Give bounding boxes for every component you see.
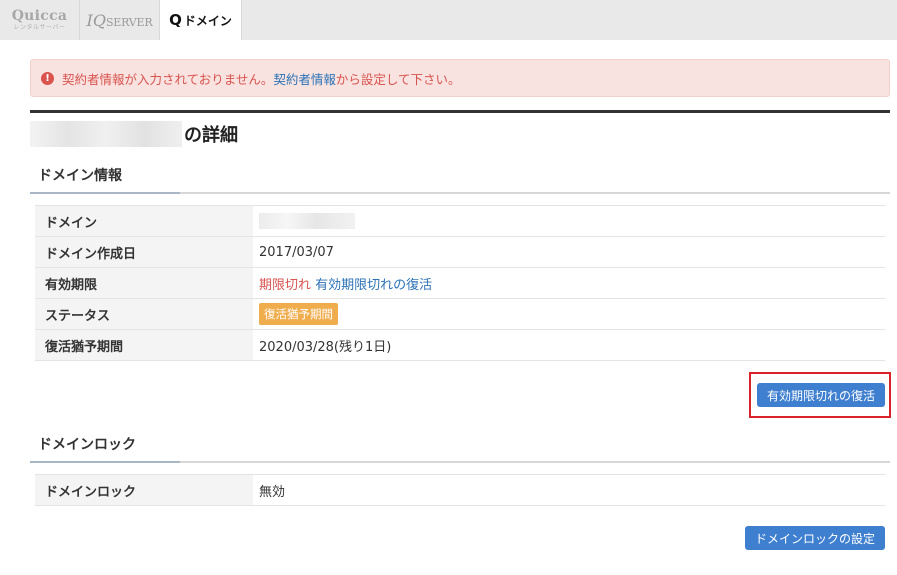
row-value-status: 復活猶予期間	[253, 298, 885, 330]
table-row: 有効期限 期限切れ 有効期限切れの復活	[35, 267, 885, 299]
tab-quicca[interactable]: Quicca レンタルサーバー	[0, 0, 80, 40]
domain-info-heading: ドメイン情報	[38, 168, 122, 184]
row-label-domain-lock: ドメインロック	[35, 474, 253, 506]
domain-info-table: ドメイン ドメイン作成日 2017/03/07 有効期限 期限切れ 有効期限切れ…	[35, 205, 885, 361]
tab-qdomain[interactable]: Q ドメイン	[160, 0, 242, 40]
table-row: ドメイン作成日 2017/03/07	[35, 236, 885, 268]
service-tab-bar: Quicca レンタルサーバー IQSERVER Q ドメイン	[0, 0, 897, 40]
table-row: ステータス 復活猶予期間	[35, 298, 885, 330]
expired-status: 期限切れ	[259, 277, 312, 293]
domain-info-divider	[30, 192, 890, 194]
row-value-expiry: 期限切れ 有効期限切れの復活	[253, 267, 885, 299]
row-value-created: 2017/03/07	[253, 236, 885, 268]
status-badge: 復活猶予期間	[259, 303, 338, 325]
qdomain-logo: Q ドメイン	[169, 11, 232, 29]
exclamation-circle-icon: !	[41, 71, 54, 85]
row-label-created: ドメイン作成日	[35, 236, 253, 268]
restore-expired-link[interactable]: 有効期限切れの復活	[315, 278, 432, 293]
tab-iqserver[interactable]: IQSERVER	[80, 0, 160, 40]
row-label-expiry: 有効期限	[35, 267, 253, 299]
table-row: ドメインロック 無効	[35, 474, 885, 506]
blurred-domain-value	[259, 213, 355, 229]
title-divider	[30, 110, 890, 113]
row-value-grace: 2020/03/28(残り1日)	[253, 329, 885, 361]
table-row: 復活猶予期間 2020/03/28(残り1日)	[35, 329, 885, 361]
quicca-logo: Quicca レンタルサーバー	[11, 8, 68, 31]
row-label-domain: ドメイン	[35, 205, 253, 237]
contract-info-alert: ! 契約者情報が入力されておりません。 契約者情報 から設定して下さい。	[30, 59, 890, 97]
alert-text-before: 契約者情報が入力されておりません。	[62, 71, 274, 87]
domain-lock-divider	[30, 461, 890, 463]
domain-lock-table: ドメインロック 無効	[35, 474, 885, 506]
domain-lock-settings-button[interactable]: ドメインロックの設定	[745, 526, 885, 550]
alert-text-after: から設定して下さい。	[335, 71, 461, 87]
row-label-status: ステータス	[35, 298, 253, 330]
table-row: ドメイン	[35, 205, 885, 237]
page-title: の詳細	[30, 120, 238, 148]
blurred-domain-name	[30, 121, 182, 147]
contract-info-link[interactable]: 契約者情報	[273, 69, 336, 88]
domain-lock-heading: ドメインロック	[38, 437, 136, 453]
row-label-grace: 復活猶予期間	[35, 329, 253, 361]
row-value-domain-lock: 無効	[253, 474, 885, 506]
iqserver-logo: IQSERVER	[86, 10, 153, 30]
restore-expired-button[interactable]: 有効期限切れの復活	[757, 383, 885, 407]
row-value-domain	[253, 205, 885, 237]
